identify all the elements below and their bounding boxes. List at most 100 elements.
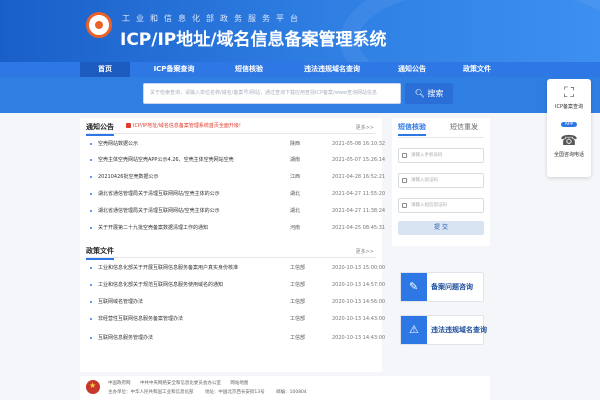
footer-link[interactable]: 中国政府网 — [108, 381, 131, 386]
policy-title[interactable]: 工业和信息化部关于规范互联网信息服务使用域名的通知 — [98, 277, 274, 293]
policy-row[interactable]: 工业和信息化部关于开展互联网信息服务备案用户真实身份核准 工信部 2020-10… — [86, 260, 385, 276]
divider — [86, 133, 376, 134]
bullet-icon — [90, 143, 92, 145]
content-panel: 通知公告 ICP/IP地址/域名信息备案管理系统首页全面升级! 更多>> 空壳网… — [80, 118, 385, 372]
nav-item-policies[interactable]: 政策文件 — [448, 62, 506, 77]
notice-date: 2021-04-25 08:45:31 — [332, 225, 386, 231]
policy-row[interactable]: 非经营性互联网信息服务备案管理办法 工信部 2020-10-13 14:43:0… — [86, 311, 385, 327]
notice-source: 江西 — [290, 174, 301, 180]
notice-row[interactable]: 空壳网站数据公示 陕西 2021-05-08 16:10:32 — [86, 136, 385, 152]
app-label: ICP备案查询 — [555, 104, 583, 110]
policies-more-link[interactable]: 更多>> — [356, 248, 374, 255]
notice-row[interactable]: 关于开展第二十九批空壳备案数据清理工作的通知 河南 2021-04-25 08:… — [86, 220, 385, 236]
main-nav: 首页 ICP备案查询 短信核验 违法违规域名查询 通知公告 政策文件 — [0, 62, 600, 77]
bullet-icon — [90, 267, 92, 269]
sms-code-field-icon — [402, 203, 407, 208]
bullet-icon — [90, 301, 92, 303]
phone-consult-item[interactable]: ☎ 全国咨询电话 — [547, 133, 591, 158]
notice-row[interactable]: 空壳主体空壳网站空壳APP公示4.26、空壳主体空壳网站空壳 湖南 2021-0… — [86, 152, 385, 168]
sms-verify-panel: 短信核验 短信重发 请输入手机号码 请输入验证码 请输入短信验证码 提 交 — [392, 118, 490, 246]
notice-title[interactable]: 湖北省通信管理局关于清理互联网网站/空壳主体的公示 — [98, 186, 274, 202]
nav-item-sms-verify[interactable]: 短信核验 — [218, 62, 280, 77]
policy-title[interactable]: 互联网信息服务管理办法 — [98, 330, 274, 346]
notice-title[interactable]: 湖北省通信管理局关于清理互联网网站/空壳主体的公示 — [98, 203, 274, 219]
notices-more-link[interactable]: 更多>> — [356, 124, 374, 131]
policy-date: 2020-10-13 15:00:00 — [332, 265, 386, 271]
notice-row[interactable]: 湖北省通信管理局关于清理互联网网站/空壳主体的公示 湖北 2021-04-27 … — [86, 203, 385, 219]
policy-title[interactable]: 互联网域名管理办法 — [98, 294, 274, 310]
notice-title[interactable]: 空壳网站数据公示 — [98, 136, 274, 152]
policy-source: 工信部 — [290, 316, 306, 322]
nav-item-home[interactable]: 首页 — [80, 62, 130, 77]
policy-row[interactable]: 互联网信息服务管理办法 工信部 2020-10-13 14:43:00 — [86, 330, 385, 346]
nav-item-icp-query[interactable]: ICP备案查询 — [138, 62, 210, 77]
bullet-icon — [90, 159, 92, 161]
policy-title[interactable]: 工业和信息化部关于开展互联网信息服务备案用户真实身份核准 — [98, 260, 274, 276]
qr-scan-icon: ⛶ — [564, 85, 574, 101]
notice-row[interactable]: 20210426批空壳数据公示 江西 2021-04-28 16:52:21 — [86, 169, 385, 185]
phone-field-icon — [402, 153, 407, 158]
policy-date: 2020-10-13 14:43:00 — [332, 316, 386, 322]
illegal-domain-card-label: 违法违规域名查询 — [431, 326, 487, 334]
policy-source: 工信部 — [290, 299, 306, 305]
phone-label: 全国咨询电话 — [553, 152, 584, 158]
notice-title[interactable]: 空壳主体空壳网站空壳APP公示4.26、空壳主体空壳网站空壳 — [98, 152, 274, 168]
bullet-icon — [90, 227, 92, 229]
divider — [86, 257, 376, 258]
policy-source: 工信部 — [290, 265, 306, 271]
site-logo-icon[interactable] — [86, 12, 112, 38]
submit-button[interactable]: 提 交 — [398, 221, 484, 235]
notice-date: 2021-04-27 11:38:24 — [332, 208, 386, 214]
notice-date: 2021-04-28 16:52:21 — [332, 174, 386, 180]
bullet-icon — [90, 284, 92, 286]
search-icon: 🔍︎ — [414, 89, 425, 98]
policy-title[interactable]: 非经营性互联网信息服务备案管理办法 — [98, 311, 274, 327]
bullet-icon — [90, 193, 92, 195]
app-download-item[interactable]: ⛶ ICP备案查询 APP — [547, 85, 591, 129]
phone-icon: ☎ — [560, 133, 578, 149]
footer-links: 中国政府网 中共中央网络安全和信息化委员会办公室 网站地图 — [108, 380, 256, 386]
policy-row[interactable]: 互联网域名管理办法 工信部 2020-10-13 14:56:00 — [86, 294, 385, 310]
captcha-field[interactable]: 请输入验证码 — [398, 173, 484, 188]
national-emblem-icon — [86, 380, 100, 394]
consult-card[interactable]: ✎ 备案问题咨询 — [400, 272, 484, 302]
bullet-icon — [90, 210, 92, 212]
notice-row[interactable]: 湖北省通信管理局关于清理互联网网站/空壳主体的公示 湖北 2021-04-27 … — [86, 186, 385, 202]
tab-sms-resend[interactable]: 短信重发 — [450, 122, 478, 132]
floating-app-panel: ⛶ ICP备案查询 APP ☎ 全国咨询电话 — [547, 79, 591, 177]
search-input[interactable]: 关于检索查询，请输入单位名称/域名/备案号/网站，通过查询下载应用查找ICP备案… — [143, 83, 401, 104]
search-button[interactable]: 🔍︎ 搜索 — [405, 83, 453, 104]
site-title: ICP/IP地址/域名信息备案管理系统 — [120, 30, 387, 50]
captcha-field-icon — [402, 178, 407, 183]
bullet-icon — [90, 337, 92, 339]
footer-link[interactable]: 中共中央网络安全和信息化委员会办公室 — [140, 381, 221, 386]
ministry-name: 工业和信息化部政务服务平台 — [122, 14, 304, 23]
tab-sms-verify[interactable]: 短信核验 — [398, 122, 426, 136]
phone-field[interactable]: 请输入手机号码 — [398, 148, 484, 163]
bullet-icon — [90, 318, 92, 320]
notice-source: 湖北 — [290, 191, 301, 197]
footer-address: 地址：中国北京西长安街13号 — [204, 390, 265, 395]
notice-title[interactable]: 20210426批空壳数据公示 — [98, 169, 274, 185]
divider — [398, 137, 484, 138]
notice-source: 湖南 — [290, 157, 301, 163]
policy-date: 2020-10-13 14:57:00 — [332, 282, 386, 288]
notice-date: 2021-05-08 16:10:32 — [332, 141, 386, 147]
policy-source: 工信部 — [290, 335, 306, 341]
phone-field-placeholder: 请输入手机号码 — [411, 153, 443, 158]
sms-code-field[interactable]: 请输入短信验证码 — [398, 198, 484, 213]
notice-source: 陕西 — [290, 141, 301, 147]
illegal-domain-card[interactable]: ⚠ 违法违规域名查询 — [400, 315, 487, 345]
notice-source: 湖北 — [290, 208, 301, 214]
policy-date: 2020-10-13 14:56:00 — [332, 299, 386, 305]
nav-item-illegal-domain[interactable]: 违法违规域名查询 — [288, 62, 376, 77]
nav-item-notices[interactable]: 通知公告 — [384, 62, 440, 77]
notice-title[interactable]: 关于开展第二十九批空壳备案数据清理工作的通知 — [98, 220, 274, 236]
consult-card-label: 备案问题咨询 — [431, 283, 473, 291]
notices-alert[interactable]: ICP/IP地址/域名信息备案管理系统首页全面升级! — [126, 122, 241, 129]
policy-source: 工信部 — [290, 282, 306, 288]
policy-date: 2020-10-13 14:43:00 — [332, 335, 386, 341]
policy-row[interactable]: 工业和信息化部关于规范互联网信息服务使用域名的通知 工信部 2020-10-13… — [86, 277, 385, 293]
footer-link[interactable]: 网站地图 — [230, 381, 248, 386]
sms-code-field-placeholder: 请输入短信验证码 — [411, 203, 447, 208]
